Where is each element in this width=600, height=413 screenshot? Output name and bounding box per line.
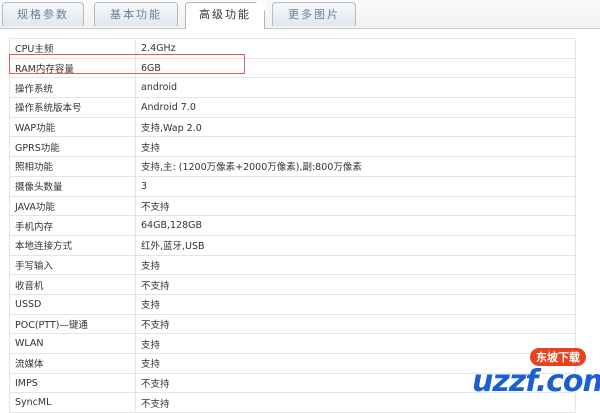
table-row: 操作系统版本号 Android 7.0 [9, 97, 576, 118]
tab-label: 更多图片 [288, 8, 340, 21]
table-row: JAVA功能 不支持 [9, 195, 576, 217]
table-row: 流媒体 支持 [9, 353, 576, 374]
spec-value: 不支持 [135, 195, 576, 217]
spec-key: USSD [9, 293, 136, 315]
tab-strip: 规格参数 基本功能 高级功能 更多图片 [0, 0, 600, 29]
table-row: USSD 支持 [9, 293, 576, 315]
table-row: 本地连接方式 红外,蓝牙,USB [9, 234, 576, 256]
spec-value: 不支持 [135, 274, 576, 295]
spec-table: CPU主频 2.4GHz RAM内存容量 6GB 操作系统 android 操作系统版本号 A… [9, 38, 576, 413]
spec-value: 支持 [135, 254, 576, 276]
spec-value: 支持,主: (1200万像素+2000万像素),副:800万像素 [135, 156, 576, 177]
tab-label: 高级功能 [199, 8, 251, 21]
spec-value: Android 7.0 [135, 97, 576, 118]
spec-value: 3 [135, 175, 576, 197]
spec-key: 流媒体 [9, 353, 136, 374]
spec-value: 2.4GHz [135, 38, 576, 59]
spec-key: IMPS [9, 372, 136, 394]
spec-key: 照相功能 [9, 156, 136, 177]
spec-value: 不支持 [135, 392, 576, 413]
table-row: IMPS 不支持 [9, 372, 576, 394]
tab-label: 基本功能 [110, 8, 162, 21]
spec-key: 手机内存 [9, 215, 136, 236]
spec-value: 不支持 [135, 313, 576, 335]
tab-basic-features[interactable]: 基本功能 [94, 2, 178, 26]
spec-key: 收音机 [9, 274, 136, 295]
spec-key: GPRS功能 [9, 136, 136, 158]
spec-value: 支持 [135, 293, 576, 315]
tab-more-pictures[interactable]: 更多图片 [272, 2, 356, 26]
spec-key: 操作系统版本号 [9, 97, 136, 118]
spec-key: 操作系统 [9, 77, 136, 99]
spec-key: CPU主频 [9, 38, 136, 59]
spec-key: 手写输入 [9, 254, 136, 276]
tab-corner-fold [256, 2, 265, 11]
table-row: 收音机 不支持 [9, 274, 576, 295]
spec-key: WAP功能 [9, 116, 136, 138]
spec-key: 摄像头数量 [9, 175, 136, 197]
spec-value: android [135, 77, 576, 99]
table-row: 照相功能 支持,主: (1200万像素+2000万像素),副:800万像素 [9, 156, 576, 177]
table-row: SyncML 不支持 [9, 392, 576, 413]
tab-label: 规格参数 [17, 8, 69, 21]
spec-key: SyncML [9, 392, 136, 413]
spec-value: 支持 [135, 353, 576, 374]
table-row: WAP功能 支持,Wap 2.0 [9, 116, 576, 138]
table-row: GPRS功能 支持 [9, 136, 576, 158]
table-row: 操作系统 android [9, 77, 576, 99]
table-row: 摄像头数量 3 [9, 175, 576, 197]
table-row: POC(PTT)—键通 不支持 [9, 313, 576, 335]
spec-value: 不支持 [135, 372, 576, 394]
spec-value: 6GB [135, 57, 576, 79]
spec-value: 支持,Wap 2.0 [135, 116, 576, 138]
tab-specs[interactable]: 规格参数 [2, 2, 84, 26]
tab-advanced-features[interactable]: 高级功能 [185, 2, 265, 29]
table-row: WLAN 支持 [9, 333, 576, 354]
spec-key: RAM内存容量 [9, 57, 136, 79]
spec-value: 支持 [135, 333, 576, 354]
spec-key: 本地连接方式 [9, 234, 136, 256]
table-row: CPU主频 2.4GHz [9, 38, 576, 59]
spec-value: 64GB,128GB [135, 215, 576, 236]
spec-key: JAVA功能 [9, 195, 136, 217]
table-row: RAM内存容量 6GB [9, 57, 576, 79]
spec-key: WLAN [9, 333, 136, 354]
table-row: 手写输入 支持 [9, 254, 576, 276]
spec-value: 支持 [135, 136, 576, 158]
spec-value: 红外,蓝牙,USB [135, 234, 576, 256]
table-row: 手机内存 64GB,128GB [9, 215, 576, 236]
spec-key: POC(PTT)—键通 [9, 313, 136, 335]
